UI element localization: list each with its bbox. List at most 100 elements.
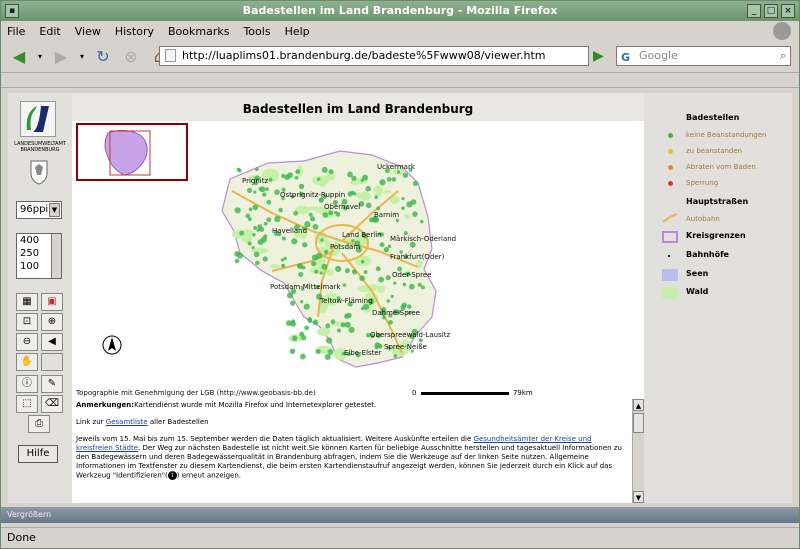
bathing-site-marker[interactable] (402, 172, 409, 178)
bathing-site-marker[interactable] (258, 187, 263, 191)
bathing-site-marker[interactable] (257, 224, 263, 229)
bathing-site-marker[interactable] (420, 285, 425, 290)
bathing-site-marker[interactable] (236, 252, 244, 259)
bathing-site-marker[interactable] (417, 282, 422, 287)
scroll-up-icon[interactable]: ▲ (633, 399, 644, 411)
chevron-down-icon[interactable]: ▼ (49, 203, 60, 217)
bathing-site-marker[interactable] (321, 263, 328, 270)
bathing-site-marker[interactable] (311, 254, 319, 261)
bathing-site-marker[interactable] (312, 224, 319, 230)
bathing-site-marker[interactable] (251, 245, 255, 250)
zoom-in-tool[interactable]: ⊕ (41, 313, 63, 331)
bathing-site-marker[interactable] (274, 189, 280, 195)
bathing-site-marker[interactable] (374, 342, 381, 349)
bathing-site-marker[interactable] (265, 187, 269, 192)
info-scrollbar[interactable]: ▲ ▼ (632, 399, 644, 503)
bathing-site-marker[interactable] (383, 246, 390, 253)
bathing-site-marker[interactable] (300, 300, 304, 304)
bathing-site-marker[interactable] (393, 281, 397, 285)
bathing-site-marker[interactable] (390, 294, 394, 299)
bathing-site-marker[interactable] (360, 260, 365, 264)
bathing-site-marker[interactable] (401, 206, 405, 211)
full-list-link[interactable]: Gesamtliste (106, 418, 148, 426)
bathing-site-marker[interactable] (307, 318, 312, 323)
bathing-site-marker[interactable] (412, 180, 419, 187)
bathing-site-marker[interactable] (365, 185, 371, 192)
bathing-site-marker[interactable] (412, 211, 418, 217)
stop-icon[interactable]: ⊗ (119, 45, 143, 69)
bathing-site-marker[interactable] (365, 202, 372, 209)
bathing-site-marker[interactable] (308, 212, 313, 217)
bathing-site-marker[interactable] (312, 319, 319, 326)
bathing-site-marker[interactable] (262, 256, 268, 262)
bathing-site-marker[interactable] (386, 176, 392, 182)
bathing-site-marker[interactable] (320, 238, 324, 242)
bathing-site-marker[interactable] (378, 276, 384, 283)
bathing-site-marker[interactable] (325, 323, 331, 329)
bathing-site-marker[interactable] (254, 167, 259, 171)
bathing-site-marker[interactable] (374, 195, 379, 200)
overview-tool[interactable]: ▣ (41, 293, 63, 311)
bathing-site-marker[interactable] (360, 306, 365, 311)
bathing-site-marker[interactable] (321, 166, 328, 173)
pan-tool[interactable]: ✋ (16, 353, 38, 371)
bathing-site-marker[interactable] (335, 265, 342, 273)
query-tool[interactable]: ✎ (41, 375, 63, 393)
bathing-site-marker[interactable] (293, 210, 299, 216)
url-bar[interactable]: http://luaplims01.brandenburg.de/badeste… (159, 46, 589, 66)
bathing-site-marker[interactable] (253, 190, 257, 194)
bathing-site-marker[interactable] (247, 241, 252, 246)
bathing-site-marker[interactable] (274, 215, 281, 223)
bathing-site-marker[interactable] (375, 266, 381, 272)
bathing-site-marker[interactable] (285, 320, 292, 326)
bathing-site-marker[interactable] (344, 268, 350, 274)
bathing-site-marker[interactable] (402, 282, 407, 287)
search-icon[interactable]: ⌕ (780, 47, 786, 65)
bathing-site-marker[interactable] (248, 207, 253, 212)
bathing-site-marker[interactable] (266, 217, 272, 223)
bathing-site-marker[interactable] (342, 283, 347, 287)
bathing-site-marker[interactable] (289, 348, 296, 355)
bathing-site-marker[interactable] (352, 269, 358, 275)
bathing-site-marker[interactable] (319, 271, 323, 275)
google-icon[interactable]: G (621, 49, 630, 67)
close-icon[interactable]: × (781, 4, 795, 18)
window-menu-icon[interactable]: ▪ (5, 4, 19, 18)
bathing-site-marker[interactable] (379, 179, 386, 186)
bathing-site-marker[interactable] (287, 172, 293, 178)
bathing-site-marker[interactable] (298, 183, 305, 190)
zoom-out-tool[interactable]: ⊖ (16, 333, 38, 351)
bathing-site-marker[interactable] (391, 177, 397, 182)
bathing-site-marker[interactable] (280, 258, 284, 262)
menu-tools[interactable]: Tools (243, 25, 270, 38)
bathing-site-marker[interactable] (263, 234, 268, 239)
bathing-site-marker[interactable] (328, 210, 334, 216)
bathing-site-marker[interactable] (359, 275, 365, 282)
bathing-site-marker[interactable] (281, 263, 286, 268)
bathing-site-marker[interactable] (323, 249, 329, 255)
minimize-icon[interactable]: _ (747, 4, 761, 18)
bathing-site-marker[interactable] (255, 260, 260, 266)
resolution-select[interactable]: 96ppi ▼ (16, 201, 62, 219)
menu-edit[interactable]: Edit (39, 25, 60, 38)
menu-help[interactable]: Help (285, 25, 310, 38)
scale-list[interactable]: 400 250 100 (16, 233, 62, 279)
bathing-site-marker[interactable] (300, 334, 307, 341)
print-tool[interactable]: ⎙ (28, 415, 50, 433)
bathing-site-marker[interactable] (376, 206, 380, 211)
bathing-site-marker[interactable] (253, 225, 258, 231)
full-extent-tool[interactable]: ▦ (16, 293, 38, 311)
bathing-site-marker[interactable] (290, 300, 295, 306)
scale-list-scrollbar[interactable] (51, 234, 61, 278)
menu-file[interactable]: File (7, 25, 25, 38)
bathing-site-marker[interactable] (252, 204, 259, 211)
bathing-site-marker[interactable] (406, 201, 413, 208)
bathing-site-marker[interactable] (239, 230, 245, 236)
bathing-site-marker[interactable] (248, 217, 252, 222)
bathing-site-marker[interactable] (325, 337, 333, 344)
bathing-site-marker[interactable] (348, 326, 355, 333)
bathing-site-marker[interactable] (310, 216, 316, 222)
bathing-site-marker[interactable] (387, 244, 392, 249)
bathing-site-marker[interactable] (344, 321, 351, 328)
bathing-site-marker[interactable] (268, 177, 273, 182)
